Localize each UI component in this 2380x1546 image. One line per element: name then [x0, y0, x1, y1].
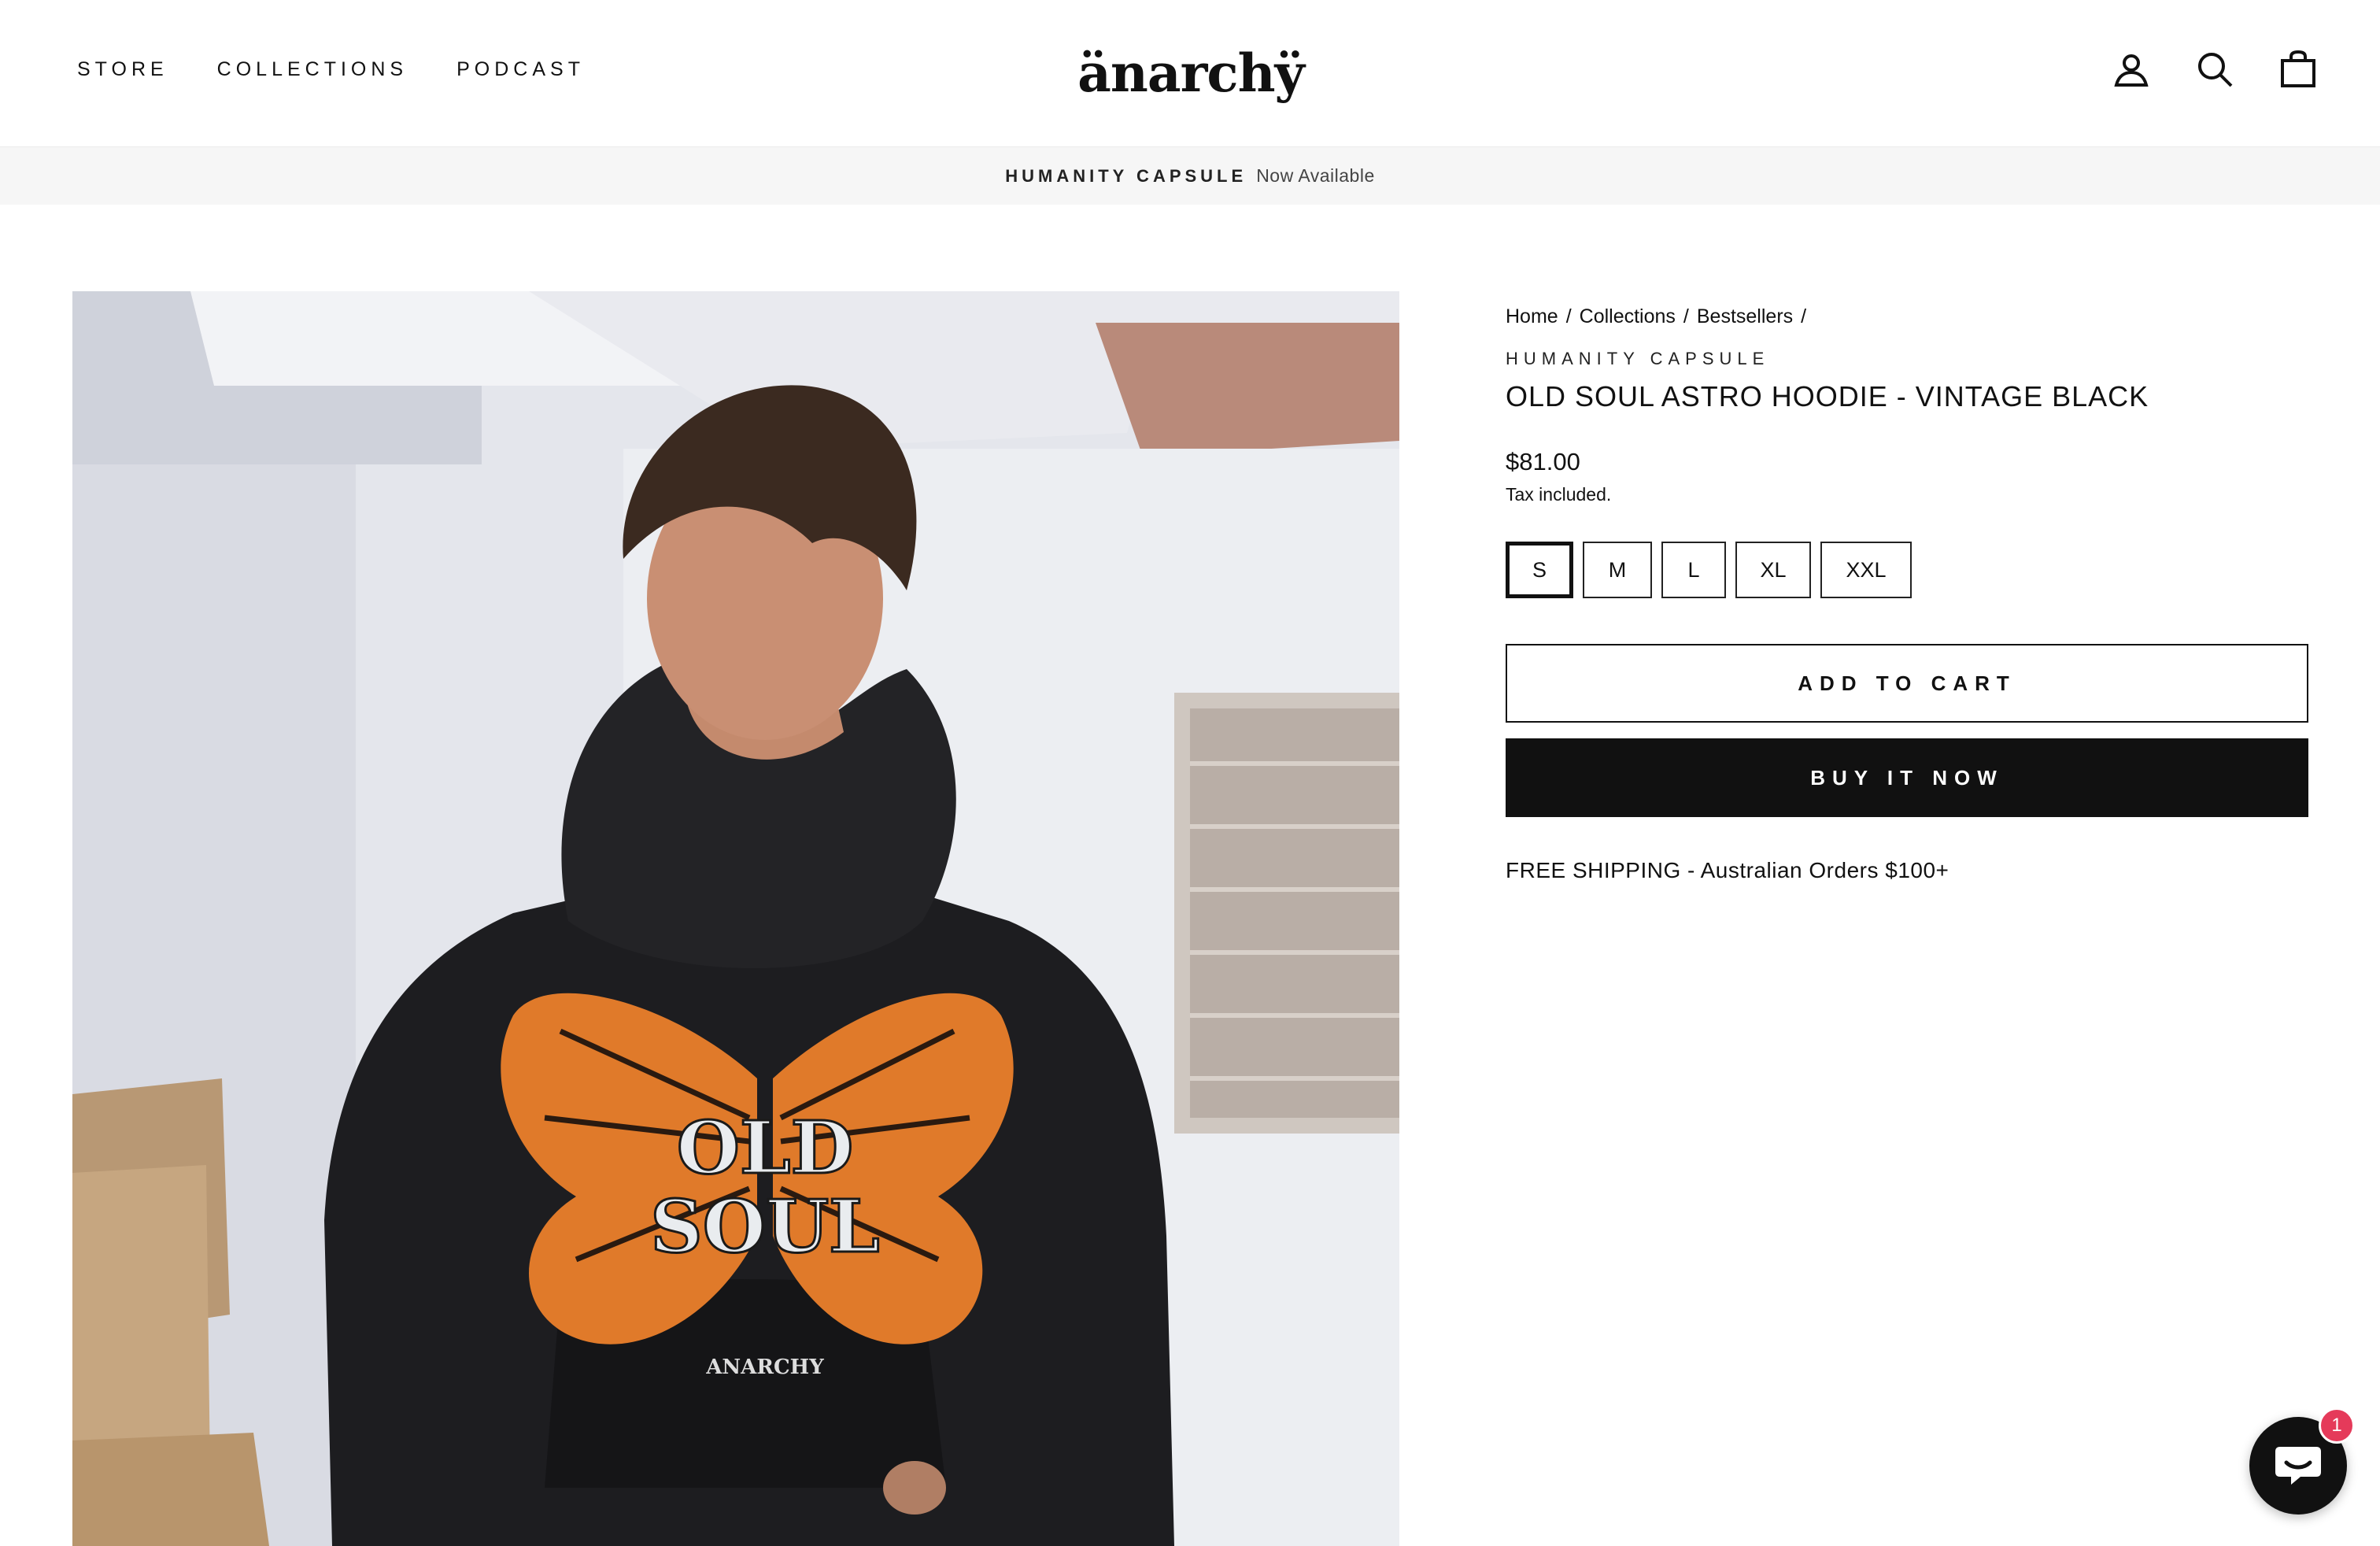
breadcrumb-home[interactable]: Home	[1506, 305, 1558, 328]
breadcrumb-bestsellers[interactable]: Bestsellers	[1697, 305, 1793, 328]
product-image[interactable]: OLD SOUL ANARCHY	[72, 291, 1399, 1546]
tax-note: Tax included.	[1506, 484, 1612, 505]
product-title: OLD SOUL ASTRO HOODIE - VINTAGE BLACK	[1506, 380, 2149, 412]
size-option-l[interactable]: L	[1661, 542, 1726, 598]
nav-item-collections[interactable]: COLLECTIONS	[217, 58, 408, 81]
size-selector: S M L XL XXL	[1506, 542, 2308, 598]
product-photo: OLD SOUL ANARCHY	[72, 291, 1399, 1546]
breadcrumb-collections[interactable]: Collections	[1580, 305, 1676, 328]
main-nav: STORE COLLECTIONS PODCAST	[77, 58, 585, 81]
brand-logo-text: änarchÿ	[1077, 43, 1305, 104]
print-text-soul: SOUL	[650, 1184, 880, 1269]
chat-bubble-icon	[2275, 1447, 2321, 1485]
breadcrumb: Home / Collections / Bestsellers /	[1506, 305, 2308, 328]
product-vendor[interactable]: HUMANITY CAPSULE	[1506, 349, 2308, 369]
print-text-old: OLD	[677, 1105, 854, 1190]
search-icon[interactable]	[2196, 50, 2234, 88]
nav-item-store[interactable]: STORE	[77, 58, 168, 81]
announcement-bar[interactable]: HUMANITY CAPSULE Now Available	[0, 146, 2380, 205]
buy-it-now-button[interactable]: BUY IT NOW	[1506, 738, 2308, 817]
announcement-text: Now Available	[1256, 165, 1375, 186]
size-option-m[interactable]: M	[1583, 542, 1652, 598]
print-text-brand: ANARCHY	[705, 1356, 824, 1379]
size-option-xl[interactable]: XL	[1735, 542, 1811, 598]
shipping-note: FREE SHIPPING - Australian Orders $100+	[1506, 858, 1949, 882]
site-header: STORE COLLECTIONS PODCAST änarchÿ	[0, 0, 2380, 146]
announcement-highlight: HUMANITY CAPSULE	[1005, 165, 1247, 186]
size-option-s[interactable]: S	[1506, 542, 1573, 598]
breadcrumb-separator: /	[1801, 305, 1807, 327]
product-price: $81.00	[1506, 448, 1580, 475]
cart-bag-icon[interactable]	[2279, 50, 2317, 88]
nav-item-podcast[interactable]: PODCAST	[456, 58, 585, 81]
brand-logo[interactable]: änarchÿ	[1077, 30, 1305, 117]
size-option-xxl[interactable]: XXL	[1820, 542, 1912, 598]
breadcrumb-separator: /	[1565, 305, 1572, 327]
header-icons	[2112, 50, 2317, 88]
product-info: Home / Collections / Bestsellers / HUMAN…	[1506, 305, 2308, 883]
add-to-cart-button[interactable]: ADD TO CART	[1506, 644, 2308, 723]
chat-notification-badge: 1	[2319, 1407, 2355, 1444]
account-icon[interactable]	[2112, 50, 2150, 88]
breadcrumb-separator: /	[1683, 305, 1689, 327]
